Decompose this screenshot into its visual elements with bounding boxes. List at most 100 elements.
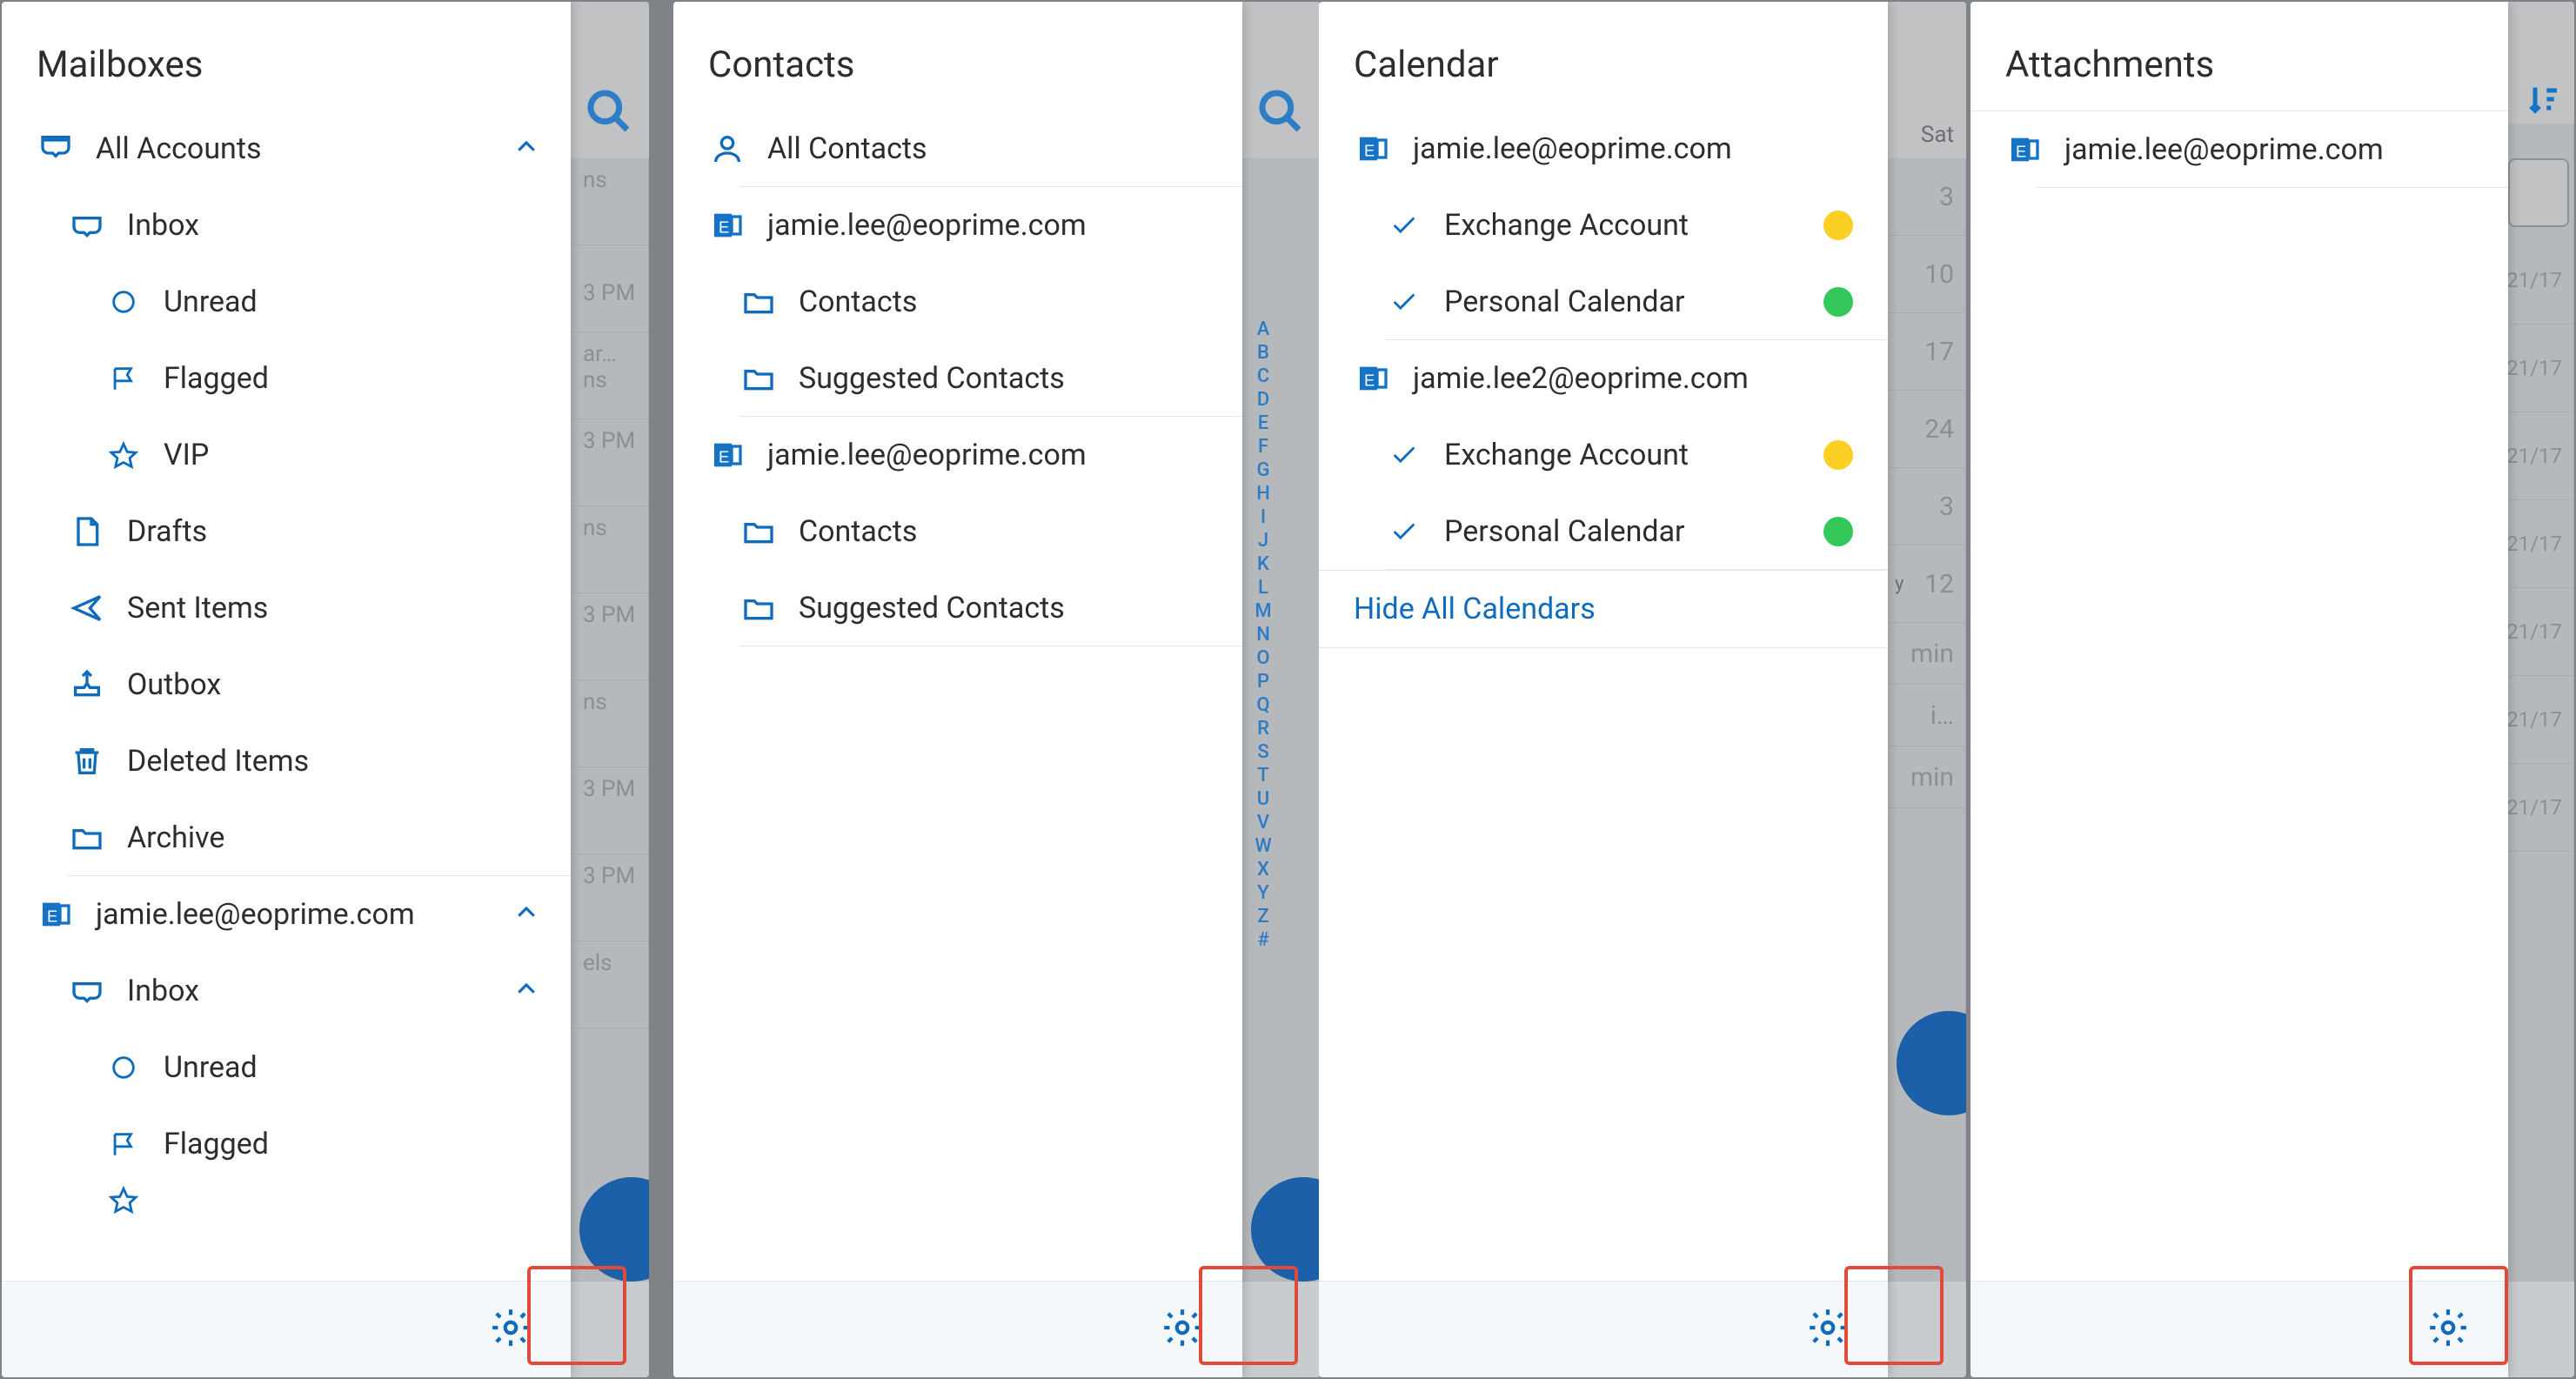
- drawer-title: Contacts: [673, 2, 1242, 110]
- svg-text:E: E: [719, 218, 729, 236]
- calendar-drawer: Calendar E jamie.lee@eoprime.com Exchang…: [1319, 2, 1888, 1377]
- index-letter[interactable]: T: [1257, 765, 1268, 787]
- index-letter[interactable]: U: [1257, 788, 1269, 810]
- index-letter[interactable]: G: [1257, 459, 1270, 481]
- inbox-icon: [68, 972, 106, 1010]
- search-icon: [1256, 87, 1305, 139]
- alphabet-index[interactable]: ABCDEFGHIJKLMNOPQRSTUVWXYZ#: [1242, 318, 1284, 951]
- compose-fab[interactable]: [579, 1177, 649, 1282]
- folder-icon: [68, 819, 106, 857]
- folder-icon: [739, 512, 778, 551]
- compose-fab[interactable]: [1897, 1011, 1966, 1115]
- calendar-account-1[interactable]: E jamie.lee@eoprime.com: [1319, 110, 1888, 187]
- index-letter[interactable]: F: [1258, 436, 1268, 458]
- exchange-calendar-1[interactable]: Exchange Account: [1319, 187, 1888, 264]
- calendar-color-dot: [1823, 211, 1853, 240]
- account-inbox-row[interactable]: Inbox: [2, 953, 571, 1029]
- drawer-footer: [2, 1281, 571, 1377]
- drafts-row[interactable]: Drafts: [2, 493, 571, 570]
- index-letter[interactable]: W: [1255, 835, 1271, 857]
- index-letter[interactable]: K: [1257, 553, 1269, 575]
- vip-row[interactable]: VIP: [2, 417, 571, 493]
- unread-row[interactable]: Unread: [2, 264, 571, 340]
- index-letter[interactable]: S: [1257, 741, 1268, 763]
- index-letter[interactable]: R: [1257, 718, 1269, 740]
- all-accounts-row[interactable]: All Accounts: [2, 110, 571, 187]
- index-letter[interactable]: L: [1258, 577, 1268, 599]
- drawer-footer: [1970, 1281, 2508, 1377]
- flagged-row[interactable]: Flagged: [2, 340, 571, 417]
- exchange-icon: E: [37, 895, 75, 934]
- attachments-drawer: Attachments E jamie.lee@eoprime.com: [1970, 2, 2508, 1377]
- index-letter[interactable]: C: [1257, 365, 1269, 387]
- index-letter[interactable]: A: [1257, 318, 1270, 340]
- personal-calendar-1[interactable]: Personal Calendar: [1319, 264, 1888, 340]
- check-icon: [1385, 206, 1423, 244]
- deleted-row[interactable]: Deleted Items: [2, 723, 571, 800]
- index-letter[interactable]: E: [1258, 412, 1268, 434]
- contacts-account-2[interactable]: E jamie.lee@eoprime.com: [673, 417, 1242, 493]
- all-contacts-row[interactable]: All Contacts: [673, 110, 1242, 187]
- svg-text:E: E: [1364, 141, 1375, 159]
- drawer-footer: [673, 1281, 1242, 1377]
- mailboxes-drawer: Mailboxes All Accounts Inbox Unread Flag…: [2, 2, 571, 1377]
- contacts-folder-2[interactable]: Contacts: [673, 493, 1242, 570]
- exchange-calendar-2[interactable]: Exchange Account: [1319, 417, 1888, 493]
- index-letter[interactable]: H: [1256, 483, 1270, 505]
- index-letter[interactable]: M: [1255, 600, 1271, 622]
- index-letter[interactable]: Y: [1257, 882, 1268, 904]
- account-vip-row-partial[interactable]: [2, 1182, 571, 1217]
- document-icon: [68, 512, 106, 551]
- outbox-row[interactable]: Outbox: [2, 646, 571, 723]
- folder-icon: [739, 589, 778, 627]
- account-row[interactable]: E jamie.lee@eoprime.com: [2, 876, 571, 953]
- trash-icon: [68, 742, 106, 780]
- index-letter[interactable]: Q: [1256, 694, 1269, 716]
- suggested-contacts-folder[interactable]: Suggested Contacts: [673, 340, 1242, 417]
- drawer-title: Calendar: [1319, 2, 1888, 110]
- index-letter[interactable]: N: [1256, 624, 1270, 646]
- inbox-row[interactable]: Inbox: [2, 187, 571, 264]
- hide-all-calendars[interactable]: Hide All Calendars: [1319, 570, 1888, 648]
- settings-button[interactable]: [1161, 1306, 1204, 1353]
- folder-icon: [739, 359, 778, 398]
- settings-button[interactable]: [2426, 1306, 2470, 1353]
- drawer-title: Mailboxes: [2, 2, 571, 110]
- svg-text:E: E: [47, 907, 57, 925]
- account-unread-row[interactable]: Unread: [2, 1029, 571, 1106]
- suggested-contacts-folder-2[interactable]: Suggested Contacts: [673, 570, 1242, 646]
- index-letter[interactable]: B: [1257, 342, 1269, 364]
- index-letter[interactable]: Z: [1257, 906, 1268, 927]
- index-letter[interactable]: J: [1258, 530, 1268, 552]
- settings-button[interactable]: [1806, 1306, 1850, 1353]
- settings-button[interactable]: [489, 1306, 532, 1353]
- index-letter[interactable]: X: [1257, 859, 1269, 880]
- index-letter[interactable]: I: [1261, 506, 1266, 528]
- svg-text:E: E: [2016, 142, 2026, 160]
- drawer-footer: [1319, 1281, 1888, 1377]
- calendar-account-2[interactable]: E jamie.lee2@eoprime.com: [1319, 340, 1888, 417]
- calendar-color-dot: [1823, 287, 1853, 317]
- attachments-account-1[interactable]: E jamie.lee@eoprime.com: [1970, 110, 2508, 188]
- contacts-folder[interactable]: Contacts: [673, 264, 1242, 340]
- archive-row[interactable]: Archive: [2, 800, 571, 876]
- person-icon: [708, 130, 746, 168]
- check-icon: [1385, 283, 1423, 321]
- outbox-icon: [68, 666, 106, 704]
- index-letter[interactable]: #: [1257, 929, 1268, 951]
- index-letter[interactable]: P: [1257, 671, 1269, 693]
- contacts-account-1[interactable]: E jamie.lee@eoprime.com: [673, 187, 1242, 264]
- sent-row[interactable]: Sent Items: [2, 570, 571, 646]
- svg-text:E: E: [719, 447, 729, 465]
- compose-fab[interactable]: [1251, 1177, 1321, 1282]
- contacts-drawer: Contacts All Contacts E jamie.lee@eoprim…: [673, 2, 1242, 1377]
- all-accounts-label: All Accounts: [96, 131, 262, 166]
- account-flagged-row[interactable]: Flagged: [2, 1106, 571, 1182]
- attachments-panel: 21/17 21/17 21/17 21/17 21/17 21/17 21/1…: [1970, 2, 2574, 1377]
- index-letter[interactable]: O: [1256, 647, 1269, 669]
- circle-icon: [104, 1048, 143, 1087]
- index-letter[interactable]: D: [1257, 389, 1269, 411]
- mailbox-stack-icon: [37, 130, 75, 168]
- index-letter[interactable]: V: [1257, 812, 1269, 833]
- personal-calendar-2[interactable]: Personal Calendar: [1319, 493, 1888, 570]
